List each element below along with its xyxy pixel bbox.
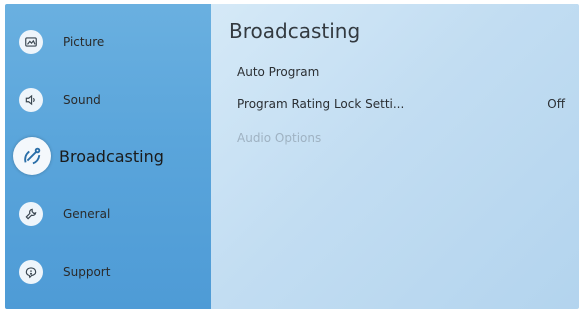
sidebar-item-picture[interactable]: Picture [19, 30, 104, 54]
tv-settings-screen: Picture Sound Broadcasting General Suppo… [5, 4, 579, 309]
page-title: Broadcasting [229, 19, 361, 43]
sidebar-item-label: Support [63, 265, 111, 279]
sidebar-item-broadcasting[interactable]: Broadcasting [13, 137, 164, 175]
sidebar-item-label: Sound [63, 93, 101, 107]
sidebar-item-general[interactable]: General [19, 202, 110, 226]
wrench-icon [19, 202, 43, 226]
sound-icon [19, 88, 43, 112]
sidebar-item-label: General [63, 207, 111, 221]
sidebar-item-label: Picture [63, 35, 105, 49]
menu-item-value: Off [547, 97, 565, 111]
menu-item-label: Program Rating Lock Setti... [237, 97, 405, 111]
menu-item-program-rating-lock[interactable]: Program Rating Lock Setti... Off [237, 97, 565, 111]
menu-item-audio-options: Audio Options [237, 131, 565, 145]
settings-content: Broadcasting Auto Program Program Rating… [211, 4, 579, 309]
sidebar-item-label: Broadcasting [59, 146, 164, 166]
settings-sidebar: Picture Sound Broadcasting General Suppo… [5, 4, 211, 309]
menu-item-label: Auto Program [237, 65, 320, 79]
sidebar-item-sound[interactable]: Sound [19, 88, 101, 112]
support-icon [19, 260, 43, 284]
picture-icon [19, 30, 43, 54]
menu-item-label: Audio Options [237, 131, 322, 145]
sidebar-item-support[interactable]: Support [19, 260, 110, 284]
menu-item-auto-program[interactable]: Auto Program [237, 65, 565, 79]
broadcasting-icon [13, 137, 51, 175]
